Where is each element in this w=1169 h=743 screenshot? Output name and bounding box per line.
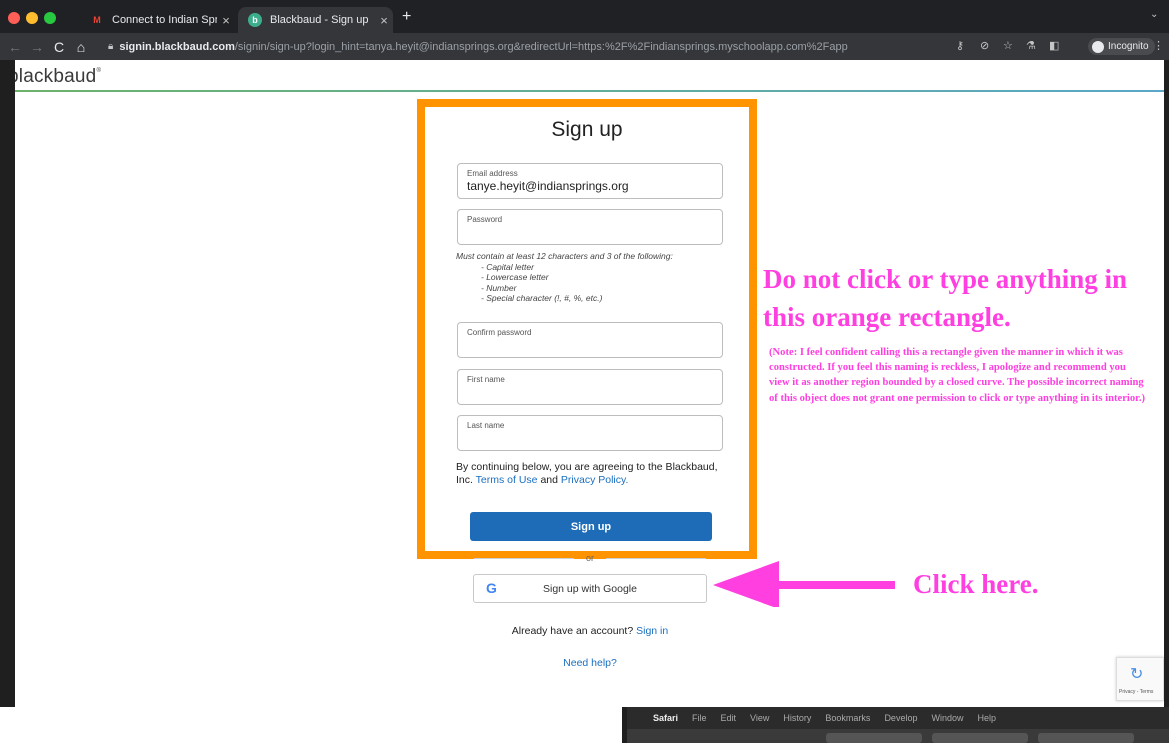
forward-icon[interactable]: → bbox=[26, 39, 48, 55]
lock-icon: 🔒︎ bbox=[108, 41, 114, 52]
minimize-window-button[interactable] bbox=[26, 12, 38, 24]
privacy-policy-link[interactable]: Privacy Policy. bbox=[561, 474, 629, 486]
recaptcha-badge[interactable]: ↻ Privacy - Terms bbox=[1116, 657, 1164, 701]
sign-in-link[interactable]: Sign in bbox=[636, 625, 668, 637]
tab-title: Connect to Indian Springs Scho bbox=[112, 14, 217, 26]
have-account-line: Already have an account? Sign in bbox=[445, 625, 735, 637]
chevron-down-icon[interactable]: ⌄ bbox=[1150, 9, 1158, 20]
tab-gmail[interactable]: M Connect to Indian Springs Scho × bbox=[80, 7, 235, 33]
password-requirements: Must contain at least 12 characters and … bbox=[456, 251, 726, 304]
incognito-label: Incognito bbox=[1108, 41, 1149, 52]
close-window-button[interactable] bbox=[8, 12, 20, 24]
blackbaud-logo: blackbaud® bbox=[15, 66, 102, 87]
tab-title: Blackbaud - Sign up bbox=[270, 14, 369, 26]
browser-toolbar: ← → C ⌂ 🔒︎ signin.blackbaud.com /signin/… bbox=[0, 33, 1169, 60]
password-rule: - Capital letter bbox=[481, 261, 534, 272]
tab-blackbaud[interactable]: b Blackbaud - Sign up × bbox=[238, 7, 393, 33]
gmail-icon: M bbox=[93, 15, 101, 25]
new-tab-icon[interactable]: + bbox=[402, 8, 411, 26]
menu-edit[interactable]: Edit bbox=[721, 713, 737, 723]
menu-view[interactable]: View bbox=[750, 713, 769, 723]
safari-tab[interactable] bbox=[932, 733, 1028, 743]
first-name-field[interactable]: First name bbox=[457, 369, 723, 405]
brand-header: blackbaud® bbox=[15, 60, 1164, 92]
safari-tab[interactable] bbox=[1038, 733, 1134, 743]
incognito-badge[interactable]: Incognito bbox=[1088, 38, 1155, 55]
recaptcha-terms: Privacy - Terms bbox=[1119, 689, 1154, 695]
eye-off-icon[interactable]: ⊘ bbox=[980, 39, 989, 52]
menu-history[interactable]: History bbox=[783, 713, 811, 723]
have-account-text: Already have an account? bbox=[511, 625, 634, 637]
menu-file[interactable]: File bbox=[692, 713, 707, 723]
close-tab-icon[interactable]: × bbox=[375, 13, 393, 28]
menu-window[interactable]: Window bbox=[931, 713, 963, 723]
confirm-password-field[interactable]: Confirm password bbox=[457, 322, 723, 358]
tab-bar: M Connect to Indian Springs Scho × b Bla… bbox=[0, 0, 1169, 33]
terms-agreement: By continuing below, you are agreeing to… bbox=[456, 461, 726, 487]
password-rule: - Special character (!, #, %, etc.) bbox=[481, 293, 603, 303]
menu-safari[interactable]: Safari bbox=[653, 713, 678, 723]
arrow-left-icon bbox=[713, 561, 895, 607]
menu-help[interactable]: Help bbox=[977, 713, 996, 723]
page-viewport: blackbaud® Sign up Email address Passwor… bbox=[15, 60, 1164, 707]
or-text: or bbox=[585, 553, 594, 563]
note-annotation: (Note: I feel confident calling this a r… bbox=[769, 347, 1146, 404]
password-rule: - Number bbox=[481, 282, 517, 293]
blackbaud-icon: b bbox=[248, 13, 262, 27]
and-text: and bbox=[540, 474, 558, 486]
last-name-label: Last name bbox=[467, 421, 505, 430]
password-rules-heading: Must contain at least 12 characters and … bbox=[456, 251, 673, 261]
warning-annotation: Do not click or type anything in this or… bbox=[763, 264, 1128, 332]
email-field[interactable]: Email address bbox=[457, 163, 723, 199]
home-icon[interactable]: ⌂ bbox=[70, 39, 92, 55]
recaptcha-icon: ↻ bbox=[1130, 666, 1144, 683]
password-label: Password bbox=[467, 215, 503, 224]
password-rule: - Lowercase letter bbox=[481, 272, 549, 282]
page-title: Sign up bbox=[551, 118, 623, 141]
star-icon[interactable]: ☆ bbox=[1003, 39, 1013, 52]
maximize-window-button[interactable] bbox=[44, 12, 56, 24]
first-name-label: First name bbox=[467, 375, 505, 384]
confirm-password-label: Confirm password bbox=[467, 328, 532, 337]
last-name-field[interactable]: Last name bbox=[457, 415, 723, 451]
menu-develop[interactable]: Develop bbox=[884, 713, 917, 723]
safari-tab[interactable] bbox=[826, 733, 922, 743]
side-panel-icon[interactable]: ◧ bbox=[1049, 39, 1059, 52]
email-label: Email address bbox=[467, 169, 518, 178]
safari-menu-bar: Safari File Edit View History Bookmarks … bbox=[627, 707, 1169, 729]
address-bar[interactable]: 🔒︎ signin.blackbaud.com /signin/sign-up?… bbox=[108, 36, 988, 57]
email-input[interactable] bbox=[467, 179, 707, 193]
url-host: signin.blackbaud.com bbox=[119, 40, 235, 53]
reload-icon[interactable]: C bbox=[48, 39, 70, 55]
url-path: /signin/sign-up?login_hint=tanya.heyit@i… bbox=[234, 40, 848, 53]
or-divider: or bbox=[474, 553, 706, 565]
google-button-label: Sign up with Google bbox=[543, 583, 637, 595]
lab-icon[interactable]: ⚗ bbox=[1026, 39, 1036, 52]
background-window bbox=[0, 707, 622, 743]
incognito-icon bbox=[1092, 40, 1104, 53]
click-here-annotation: Click here. bbox=[913, 569, 1039, 599]
menu-bookmarks[interactable]: Bookmarks bbox=[825, 713, 870, 723]
key-icon[interactable]: ⚷ bbox=[956, 39, 964, 52]
sign-up-with-google-button[interactable]: G Sign up with Google bbox=[473, 574, 707, 603]
password-field[interactable]: Password bbox=[457, 209, 723, 245]
header-divider bbox=[15, 90, 1164, 92]
terms-of-use-link[interactable]: Terms of Use bbox=[476, 474, 538, 486]
back-icon[interactable]: ← bbox=[4, 39, 26, 55]
menu-icon[interactable]: ⋮ bbox=[1153, 39, 1164, 52]
close-tab-icon[interactable]: × bbox=[217, 13, 235, 28]
sign-up-button[interactable]: Sign up bbox=[470, 512, 712, 541]
need-help-link[interactable]: Need help? bbox=[445, 657, 735, 669]
